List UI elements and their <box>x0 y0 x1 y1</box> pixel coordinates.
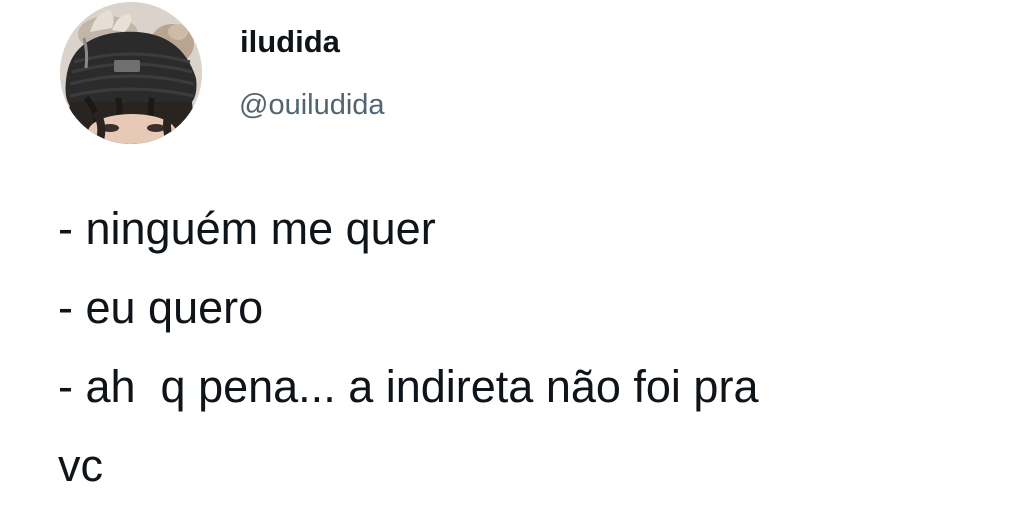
tweet-line: - ninguém me quer <box>58 203 436 254</box>
tweet-line: - eu quero <box>58 282 264 333</box>
avatar[interactable] <box>60 2 202 144</box>
user-handle[interactable]: @ouiludida <box>239 86 385 124</box>
tweet-line: vc <box>58 440 103 491</box>
profile-photo-icon <box>60 2 202 144</box>
tweet-card: iludida @ouiludida - ninguém me quer - e… <box>0 0 1024 502</box>
tweet-text: - ninguém me quer - eu quero - ah q pena… <box>58 189 1008 505</box>
display-name[interactable]: iludida <box>240 22 340 62</box>
tweet-line: - ah q pena... a indireta não foi pra <box>58 361 759 412</box>
